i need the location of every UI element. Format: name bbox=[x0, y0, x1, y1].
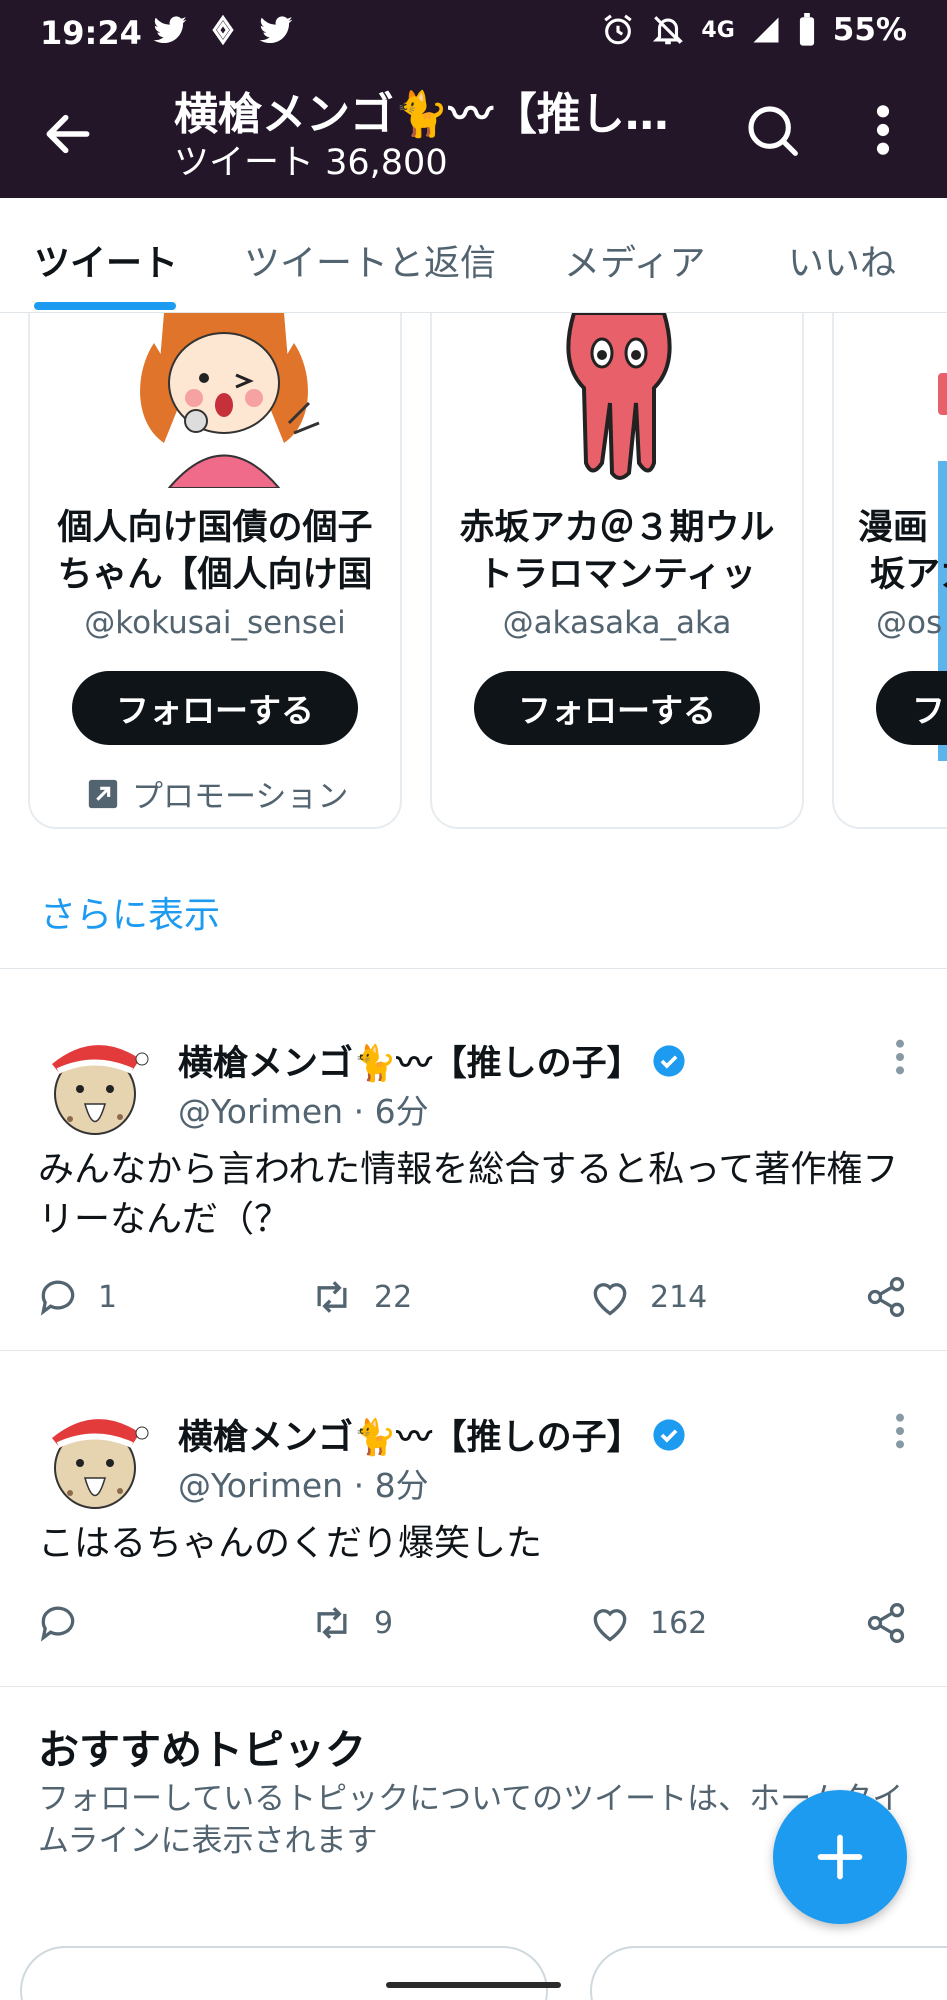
app-notification-icon bbox=[212, 14, 234, 46]
suggestion-avatar bbox=[140, 313, 320, 488]
home-indicator[interactable] bbox=[386, 1982, 561, 1988]
tweet-text: みんなから言われた情報を総合すると私って著作権フリーなんだ（？ bbox=[38, 1149, 899, 1240]
overflow-menu-icon[interactable] bbox=[868, 102, 898, 158]
notification-icons bbox=[150, 12, 296, 48]
top-bar: 19:24 4G 55% 横槍メンゴ🐈〰【推し… ツイート 36,800 bbox=[0, 0, 947, 198]
tweet[interactable]: 横槍メンゴ🐈〰【推しの子】 @Yorimen · 8分 こはるちゃんのくだり爆笑… bbox=[0, 1351, 947, 1686]
battery-icon bbox=[799, 13, 814, 46]
reply-count: 1 bbox=[98, 1279, 118, 1315]
share-icon[interactable] bbox=[864, 1601, 908, 1645]
tweet-author[interactable]: 横槍メンゴ🐈〰【推しの子】 bbox=[178, 1035, 686, 1086]
status-time: 19:24 bbox=[40, 14, 142, 52]
heart-icon[interactable] bbox=[588, 1275, 632, 1319]
suggestion-handle: @os bbox=[876, 605, 943, 641]
twitter-notification-icon bbox=[153, 16, 187, 44]
suggestion-card[interactable]: 漫画 坂アカ @os フ bbox=[832, 313, 947, 829]
meta-separator: · bbox=[353, 1466, 365, 1505]
twitter-notification-icon bbox=[259, 16, 293, 44]
promoted-icon bbox=[88, 779, 118, 808]
tweet-more-icon[interactable] bbox=[890, 1037, 910, 1077]
suggestion-name-line: 坂アカ bbox=[870, 555, 947, 595]
follow-button[interactable]: フォローする bbox=[72, 671, 358, 745]
reply-icon[interactable] bbox=[36, 1601, 80, 1645]
tab-media[interactable]: メディア bbox=[564, 234, 705, 286]
retweet-action[interactable]: 9 bbox=[308, 1601, 393, 1645]
signal-icon bbox=[753, 17, 779, 43]
heart-icon[interactable] bbox=[588, 1601, 632, 1645]
like-action[interactable]: 214 bbox=[588, 1275, 707, 1319]
tweet-meta: @Yorimen · 8分 bbox=[178, 1459, 429, 1507]
suggestion-handle: @akasaka_aka bbox=[502, 605, 732, 641]
suggestion-avatar bbox=[938, 373, 947, 415]
active-tab-indicator bbox=[34, 302, 176, 310]
status-bar: 19:24 4G 55% bbox=[0, 0, 947, 62]
suggestion-card[interactable]: 個人向け国債の個子 ちゃん【個人向け国 @kokusai_sensei フォロー… bbox=[28, 313, 402, 829]
reply-icon[interactable] bbox=[36, 1275, 80, 1319]
tweet-more-icon[interactable] bbox=[890, 1411, 910, 1451]
back-arrow-icon[interactable] bbox=[40, 106, 96, 162]
mute-bell-icon bbox=[653, 16, 684, 45]
retweet-action[interactable]: 22 bbox=[308, 1275, 412, 1319]
follow-button[interactable]: フォローする bbox=[474, 671, 760, 745]
suggestion-name-line: 個人向け国債の個子 bbox=[57, 508, 373, 548]
retweet-icon[interactable] bbox=[308, 1275, 356, 1319]
follow-button[interactable]: フ bbox=[876, 671, 947, 745]
profile-title: 横槍メンゴ🐈〰【推し… bbox=[174, 89, 669, 140]
share-icon[interactable] bbox=[864, 1275, 908, 1319]
tweet-author[interactable]: 横槍メンゴ🐈〰【推しの子】 bbox=[178, 1409, 686, 1460]
tweet-handle: @Yorimen bbox=[178, 1092, 344, 1131]
promoted-text: プロモーション bbox=[132, 779, 349, 815]
topic-chip[interactable] bbox=[20, 1946, 548, 2000]
show-more-link[interactable]: さらに表示 bbox=[40, 886, 220, 938]
divider bbox=[0, 1686, 947, 1687]
tweet-handle: @Yorimen bbox=[178, 1466, 344, 1505]
topics-heading: おすすめトピック bbox=[38, 1726, 366, 1774]
tweet-meta: @Yorimen · 6分 bbox=[178, 1085, 429, 1133]
tweet-author-name[interactable]: 横槍メンゴ🐈〰【推しの子】 bbox=[178, 1035, 642, 1086]
suggestion-name: 漫画 坂アカ bbox=[858, 505, 947, 599]
suggestion-name-line: 漫画 bbox=[858, 508, 929, 548]
search-icon[interactable] bbox=[744, 102, 800, 158]
tweet-text: こはるちゃんのくだり爆笑した bbox=[38, 1523, 543, 1564]
tweet-count: ツイート 36,800 bbox=[174, 143, 448, 183]
promoted-label: プロモーション bbox=[86, 771, 348, 816]
suggestion-name-line: 赤坂アカ＠３期ウル bbox=[459, 508, 775, 548]
app-screen: 19:24 4G 55% 横槍メンゴ🐈〰【推し… ツイート 36,800 ツイー… bbox=[0, 0, 947, 2000]
topic-chip[interactable] bbox=[590, 1946, 947, 2000]
reply-action[interactable]: 1 bbox=[36, 1275, 117, 1319]
tweet-time: 6分 bbox=[374, 1092, 429, 1131]
tweet[interactable]: 横槍メンゴ🐈〰【推しの子】 @Yorimen · 6分 みんなから言われた情報を… bbox=[0, 969, 947, 1350]
reply-action[interactable] bbox=[36, 1601, 98, 1645]
tweet-author-name[interactable]: 横槍メンゴ🐈〰【推しの子】 bbox=[178, 1409, 642, 1460]
tab-likes[interactable]: いいね bbox=[788, 234, 896, 286]
retweet-count: 22 bbox=[374, 1279, 413, 1315]
battery-percent: 55% bbox=[832, 12, 907, 48]
suggestion-name-line: ちゃん【個人向け国 bbox=[57, 555, 373, 595]
like-count: 214 bbox=[650, 1279, 708, 1315]
suggestion-name: 赤坂アカ＠３期ウル トラロマンティッ bbox=[432, 505, 802, 599]
retweet-count: 9 bbox=[374, 1605, 394, 1641]
tweet-avatar[interactable] bbox=[40, 1403, 150, 1513]
suggestion-avatar bbox=[566, 313, 672, 480]
like-count: 162 bbox=[650, 1605, 708, 1641]
plus-icon bbox=[817, 1834, 863, 1880]
tweet-time: 8分 bbox=[374, 1466, 429, 1505]
alarm-icon bbox=[604, 14, 633, 45]
meta-separator: · bbox=[353, 1092, 365, 1131]
network-type: 4G bbox=[701, 17, 735, 43]
verified-badge-icon bbox=[653, 1418, 685, 1451]
suggestion-name-line: トラロマンティッ bbox=[478, 555, 756, 595]
like-action[interactable]: 162 bbox=[588, 1601, 707, 1645]
system-icons: 4G 55% bbox=[601, 12, 907, 48]
retweet-icon[interactable] bbox=[308, 1601, 356, 1645]
tab-tweets[interactable]: ツイート bbox=[34, 234, 178, 286]
suggestion-name: 個人向け国債の個子 ちゃん【個人向け国 bbox=[30, 505, 400, 599]
verified-badge-icon bbox=[653, 1044, 685, 1077]
suggestion-card[interactable]: 赤坂アカ＠３期ウル トラロマンティッ @akasaka_aka フォローする bbox=[430, 313, 804, 829]
profile-tabs: ツイート ツイートと返信 メディア いいね bbox=[0, 198, 947, 313]
compose-tweet-button[interactable] bbox=[773, 1790, 907, 1924]
tweet-avatar[interactable] bbox=[40, 1029, 150, 1139]
suggestion-handle: @kokusai_sensei bbox=[84, 605, 346, 641]
tab-tweets-replies[interactable]: ツイートと返信 bbox=[244, 234, 496, 286]
